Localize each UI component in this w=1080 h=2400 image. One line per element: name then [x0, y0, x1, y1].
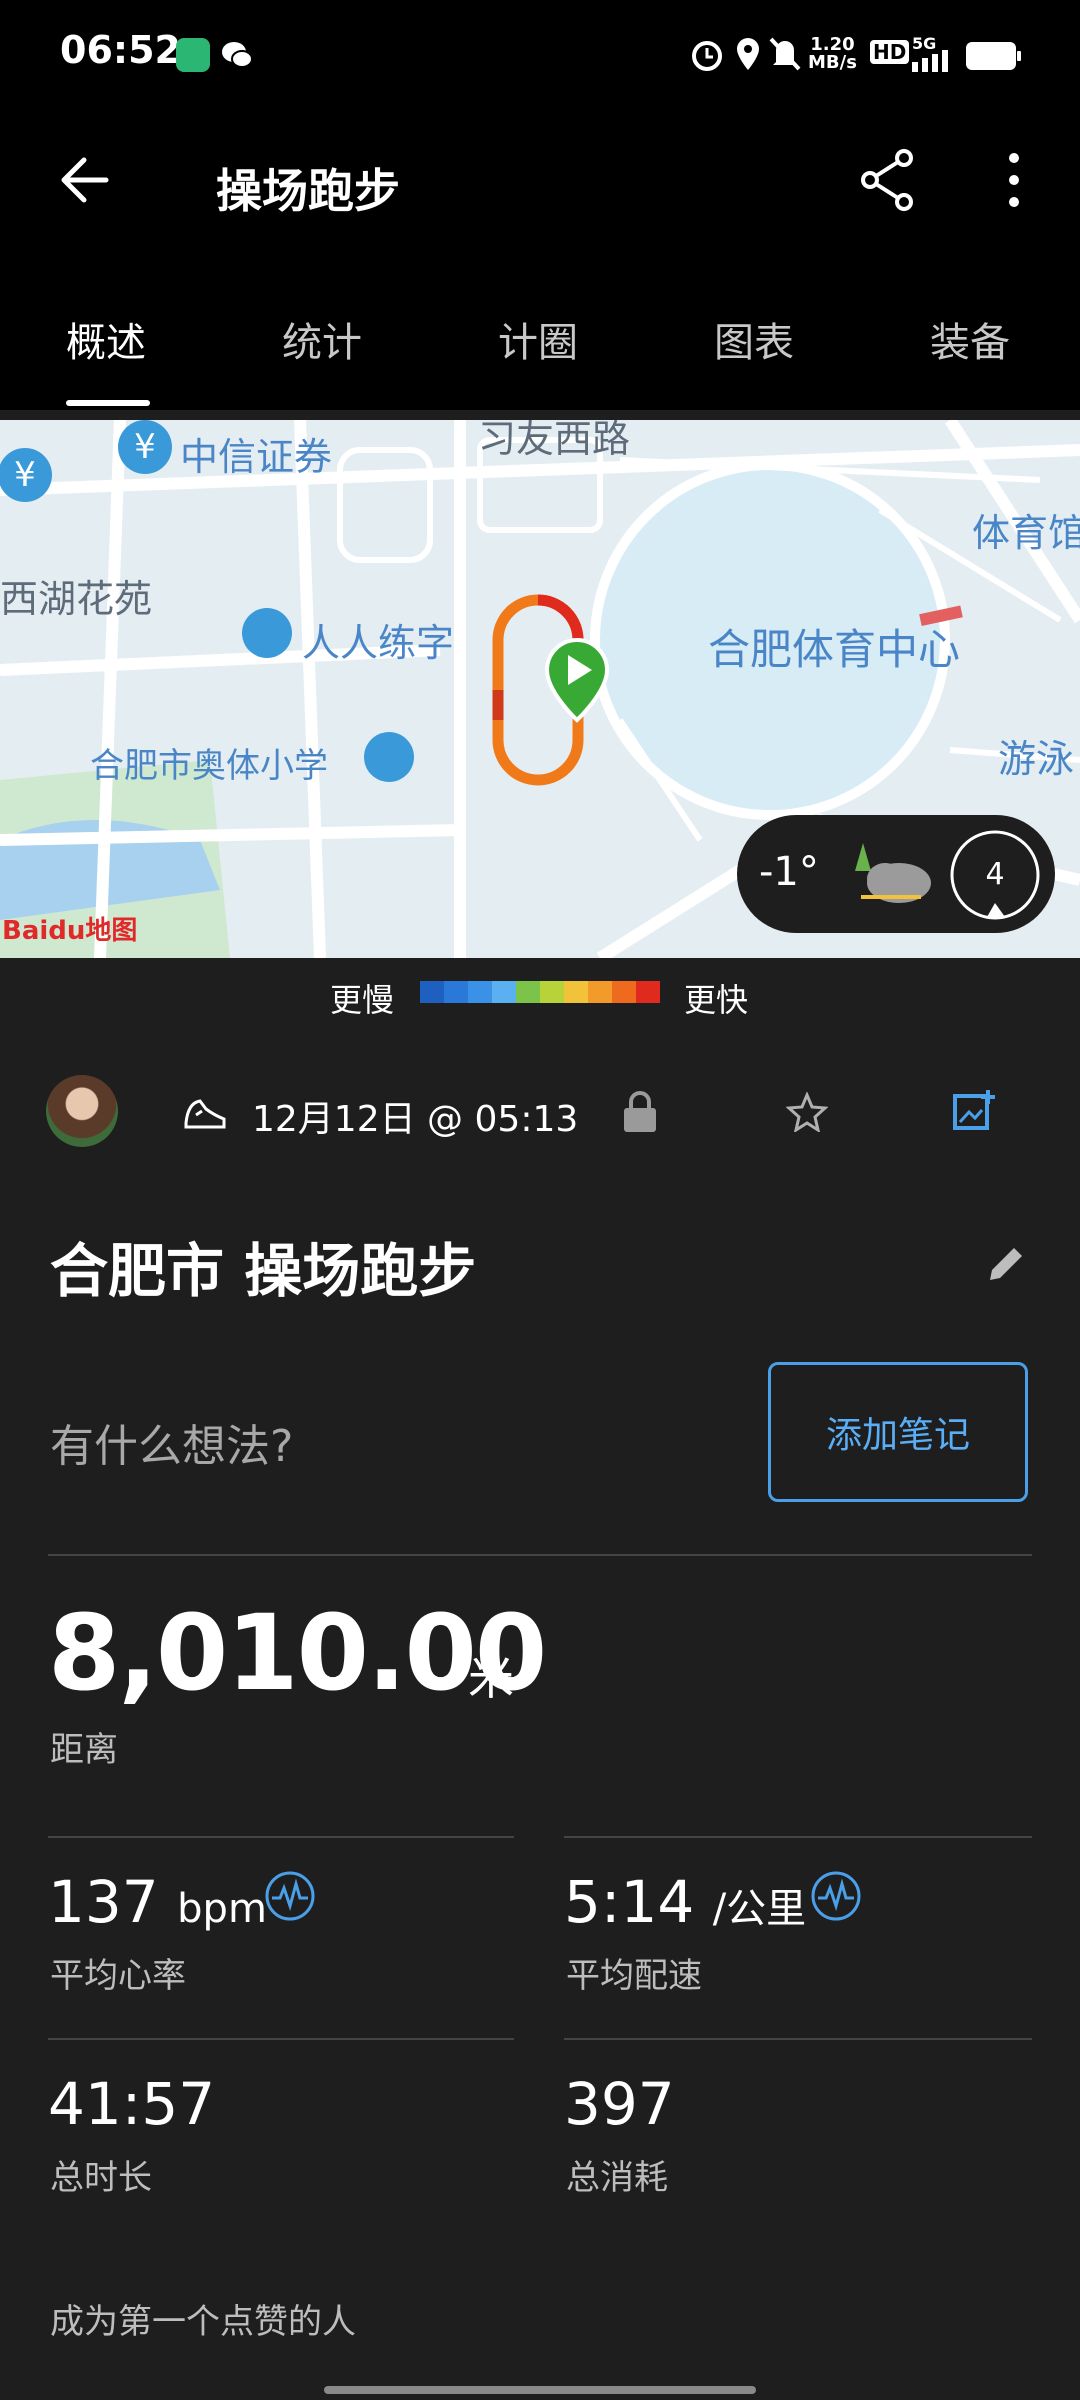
star-icon[interactable] — [786, 1092, 828, 1132]
divider — [48, 2038, 514, 2040]
share-icon[interactable] — [858, 148, 918, 212]
map-label-citic: 中信证券 — [180, 435, 333, 479]
tab-laps[interactable]: 计圈 — [498, 310, 578, 368]
avg-pace-label: 平均配速 — [566, 1956, 702, 1996]
heart-rate-chart-icon[interactable] — [264, 1870, 316, 1922]
pace-chart-icon[interactable] — [810, 1870, 862, 1922]
avg-heart-rate-label: 平均心率 — [50, 1956, 186, 1996]
first-like-text[interactable]: 成为第一个点赞的人 — [50, 2294, 356, 2343]
avg-pace-value: 5:14 /公里 — [564, 1868, 806, 1936]
divider — [564, 1836, 1032, 1838]
pace-color-bar — [420, 981, 660, 1003]
avg-heart-rate-number: 137 — [48, 1868, 159, 1936]
distance-label: 距离 — [50, 1730, 118, 1770]
tab-indicator — [66, 400, 150, 406]
school-icon — [364, 732, 414, 782]
running-shoe-icon — [184, 1099, 226, 1129]
legend-slower: 更慢 — [330, 981, 395, 1019]
lock-icon[interactable] — [622, 1090, 658, 1134]
thought-input[interactable]: 有什么想法? — [50, 1410, 293, 1474]
pace-color-segment — [636, 981, 660, 1003]
mute-icon — [769, 37, 801, 71]
pace-color-segment — [468, 981, 492, 1003]
avg-pace-number: 5:14 — [564, 1868, 695, 1936]
back-arrow-icon[interactable] — [56, 152, 112, 208]
pace-color-segment — [492, 981, 516, 1003]
distance-unit: 米 — [468, 1651, 514, 1705]
app-notification-icon — [176, 38, 210, 72]
tab-gear[interactable]: 装备 — [930, 310, 1010, 368]
location-icon — [737, 38, 759, 70]
bank-icon: ¥ — [0, 448, 52, 502]
avg-heart-rate-value: 137 bpm — [48, 1868, 267, 1936]
pace-color-segment — [588, 981, 612, 1003]
divider — [48, 1554, 1032, 1556]
home-indicator[interactable] — [324, 2386, 756, 2394]
alarm-icon — [692, 41, 722, 71]
map-label-road: 习友西路 — [478, 420, 631, 461]
signal-icon — [912, 50, 948, 72]
avg-pace-unit: /公里 — [712, 1886, 807, 1932]
map-label-renren: 人人练字 — [302, 621, 455, 665]
total-calories-value: 397 — [564, 2070, 675, 2138]
status-time: 06:52 — [60, 28, 181, 72]
pace-color-segment — [420, 981, 444, 1003]
divider — [48, 1836, 514, 1838]
map-label-school: 合肥市奥体小学 — [90, 746, 328, 786]
pace-color-segment — [612, 981, 636, 1003]
page-title: 操场跑步 — [216, 164, 400, 218]
map-label-sports-center: 合肥体育中心 — [708, 625, 961, 674]
wechat-icon — [222, 42, 253, 68]
tab-overview[interactable]: 概述 — [66, 310, 146, 368]
app-bar: 操场跑步 概述 统计 计圈 图表 装备 — [0, 110, 1080, 410]
add-photo-icon[interactable] — [952, 1088, 996, 1132]
divider — [564, 2038, 1032, 2040]
total-time-value: 41:57 — [48, 2070, 216, 2138]
cloudy-night-icon — [855, 843, 931, 903]
edit-pencil-icon[interactable] — [986, 1242, 1028, 1284]
avatar[interactable] — [46, 1075, 118, 1147]
pace-color-segment — [564, 981, 588, 1003]
network-speed-unit: MB/s — [808, 52, 857, 73]
hd-badge: HD — [870, 40, 910, 64]
wind-speed: 4 — [985, 857, 1005, 892]
tab-stats[interactable]: 统计 — [282, 310, 362, 368]
map-label-xihu: 西湖花苑 — [0, 577, 153, 621]
pace-color-segment — [444, 981, 468, 1003]
activity-datetime: 12月12日 @ 05:13 — [252, 1099, 579, 1140]
battery-icon — [966, 42, 1021, 70]
pace-color-segment — [516, 981, 540, 1003]
total-time-label: 总时长 — [50, 2158, 152, 2198]
school-icon — [242, 608, 292, 658]
more-options-icon[interactable] — [998, 148, 1030, 212]
status-bar: 06:52 1.20 MB/s HD 5G — [0, 0, 1080, 110]
temperature: -1° — [759, 849, 819, 895]
pace-color-segment — [540, 981, 564, 1003]
legend-faster: 更快 — [684, 981, 749, 1019]
tab-charts[interactable]: 图表 — [714, 310, 794, 368]
map-label-swim: 游泳 — [998, 737, 1075, 781]
bank-icon: ¥ — [118, 420, 172, 474]
total-calories-label: 总消耗 — [566, 2158, 668, 2198]
add-note-button[interactable]: 添加笔记 — [768, 1362, 1028, 1502]
activity-title: 合肥市 操场跑步 — [50, 1237, 477, 1305]
avg-heart-rate-unit: bpm — [177, 1886, 267, 1932]
baidu-map-logo: Baidu地图 — [2, 916, 138, 946]
weather-widget: -1° 4 — [737, 815, 1055, 933]
network-speed: 1.20 MB/s — [808, 36, 857, 72]
map-label-gym: 体育馆 — [972, 511, 1080, 555]
